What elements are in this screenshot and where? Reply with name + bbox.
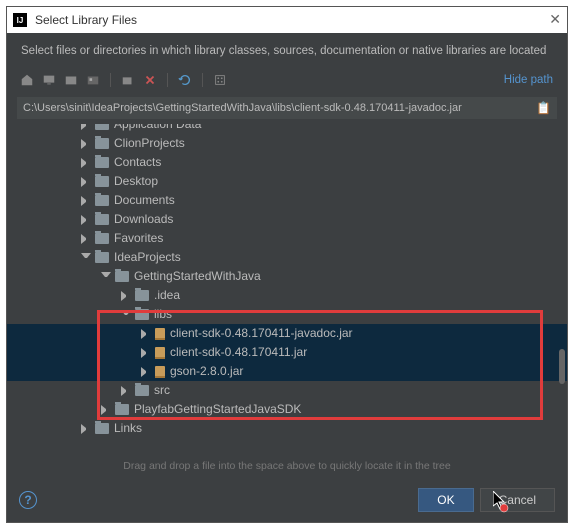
module-icon[interactable] [83, 70, 103, 90]
chevron-right-icon[interactable] [81, 234, 91, 244]
refresh-icon[interactable] [175, 70, 195, 90]
jar-icon [155, 328, 165, 340]
chevron-down-icon[interactable] [101, 272, 111, 282]
tree-item-label: Application Data [114, 124, 201, 134]
tree-item-label: GettingStartedWithJava [134, 267, 261, 286]
chevron-right-icon[interactable] [81, 124, 91, 130]
chevron-right-icon[interactable] [81, 215, 91, 225]
tree-row[interactable]: client-sdk-0.48.170411.jar [7, 343, 567, 362]
folder-icon [115, 404, 129, 415]
ok-button-label: OK [437, 493, 454, 507]
folder-icon [95, 138, 109, 149]
folder-icon [95, 423, 109, 434]
tree-row[interactable]: Documents [7, 191, 567, 210]
chevron-right-icon[interactable] [81, 177, 91, 187]
jar-icon [155, 366, 165, 378]
file-tree[interactable]: Application DataClionProjectsContactsDes… [7, 124, 567, 454]
home-icon[interactable] [17, 70, 37, 90]
tree-item-label: Contacts [114, 153, 161, 172]
history-icon[interactable]: 📋 [536, 101, 551, 115]
tree-item-label: Links [114, 419, 142, 438]
folder-icon [95, 195, 109, 206]
tree-item-label: .idea [154, 286, 180, 305]
drop-hint: Drag and drop a file into the space abov… [7, 454, 567, 478]
tree-row[interactable]: client-sdk-0.48.170411-javadoc.jar [7, 324, 567, 343]
tree-item-label: Documents [114, 191, 175, 210]
tree-row[interactable]: GettingStartedWithJava [7, 267, 567, 286]
tree-row[interactable]: Favorites [7, 229, 567, 248]
folder-icon [135, 309, 149, 320]
path-input[interactable]: C:\Users\sinit\IdeaProjects\GettingStart… [17, 97, 557, 119]
tree-container: Application DataClionProjectsContactsDes… [7, 124, 567, 454]
tree-item-label: src [154, 381, 170, 400]
tree-row[interactable]: Downloads [7, 210, 567, 229]
scrollbar[interactable] [559, 349, 565, 384]
tree-row[interactable]: IdeaProjects [7, 248, 567, 267]
tree-row[interactable]: Desktop [7, 172, 567, 191]
chevron-right-icon[interactable] [81, 139, 91, 149]
chevron-right-icon[interactable] [121, 291, 131, 301]
tree-item-label: client-sdk-0.48.170411.jar [170, 343, 307, 362]
chevron-right-icon[interactable] [141, 367, 151, 377]
tree-row[interactable]: ClionProjects [7, 134, 567, 153]
dialog-window: IJ Select Library Files ✕ Select files o… [6, 6, 568, 523]
window-title: Select Library Files [35, 13, 137, 27]
tree-item-label: Desktop [114, 172, 158, 191]
tree-row[interactable]: gson-2.8.0.jar [7, 362, 567, 381]
chevron-down-icon[interactable] [121, 310, 131, 320]
hide-path-link[interactable]: Hide path [504, 74, 553, 86]
chevron-right-icon[interactable] [101, 405, 111, 415]
cancel-button[interactable]: Cancel [480, 488, 555, 512]
cancel-button-label: Cancel [499, 493, 536, 507]
chevron-right-icon[interactable] [141, 329, 151, 339]
tree-item-label: ClionProjects [114, 134, 185, 153]
folder-icon [95, 252, 109, 263]
tree-row[interactable]: src [7, 381, 567, 400]
tree-row[interactable]: Contacts [7, 153, 567, 172]
tree-row[interactable]: PlayfabGettingStartedJavaSDK [7, 400, 567, 419]
close-icon[interactable]: ✕ [549, 11, 561, 28]
tree-item-label: libs [154, 305, 172, 324]
path-text: C:\Users\sinit\IdeaProjects\GettingStart… [23, 102, 530, 114]
tree-item-label: gson-2.8.0.jar [170, 362, 243, 381]
toolbar: Hide path [7, 67, 567, 93]
delete-icon[interactable] [140, 70, 160, 90]
titlebar: IJ Select Library Files ✕ [7, 7, 567, 33]
folder-icon [135, 385, 149, 396]
tree-item-label: Downloads [114, 210, 173, 229]
folder-icon [95, 124, 109, 130]
new-folder-icon[interactable] [118, 70, 138, 90]
ok-button[interactable]: OK [418, 488, 473, 512]
project-icon[interactable] [61, 70, 81, 90]
tree-item-label: IdeaProjects [114, 248, 181, 267]
tree-item-label: Favorites [114, 229, 163, 248]
show-hidden-icon[interactable] [210, 70, 230, 90]
dialog-subtitle: Select files or directories in which lib… [7, 33, 567, 67]
tree-item-label: PlayfabGettingStartedJavaSDK [134, 400, 301, 419]
tree-row[interactable]: Links [7, 419, 567, 438]
folder-icon [95, 157, 109, 168]
desktop-icon[interactable] [39, 70, 59, 90]
footer: ? OK Cancel [7, 478, 567, 522]
jar-icon [155, 347, 165, 359]
chevron-right-icon[interactable] [81, 158, 91, 168]
chevron-down-icon[interactable] [81, 253, 91, 263]
folder-icon [95, 233, 109, 244]
tree-row[interactable]: Application Data [7, 124, 567, 134]
help-icon[interactable]: ? [19, 491, 37, 509]
tree-row[interactable]: .idea [7, 286, 567, 305]
tree-row[interactable]: libs [7, 305, 567, 324]
chevron-right-icon[interactable] [81, 196, 91, 206]
app-logo: IJ [13, 13, 27, 27]
tree-item-label: client-sdk-0.48.170411-javadoc.jar [170, 324, 353, 343]
chevron-right-icon[interactable] [81, 424, 91, 434]
folder-icon [115, 271, 129, 282]
chevron-right-icon[interactable] [141, 348, 151, 358]
chevron-right-icon[interactable] [121, 386, 131, 396]
folder-icon [95, 214, 109, 225]
folder-icon [135, 290, 149, 301]
folder-icon [95, 176, 109, 187]
